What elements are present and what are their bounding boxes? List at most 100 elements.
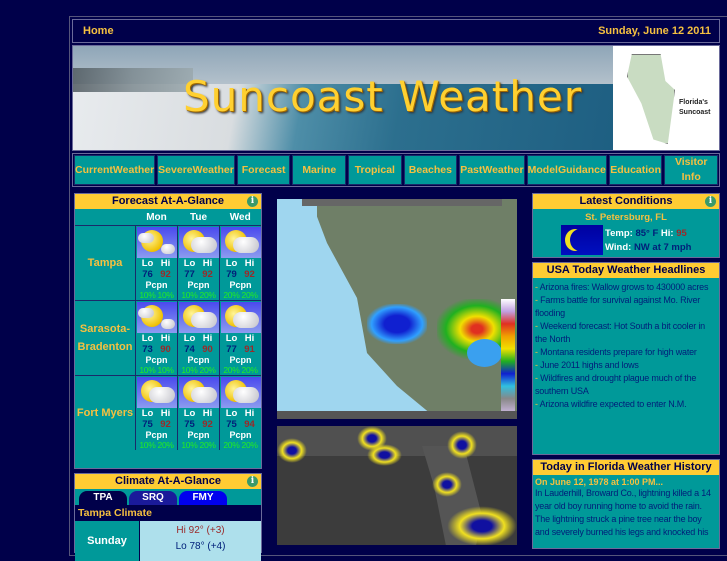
- headline-link[interactable]: Montana residents prepare for high water: [540, 347, 697, 357]
- tab-fmy[interactable]: FMY: [179, 491, 227, 505]
- suncoast-map[interactable]: Florida's Suncoast: [613, 46, 719, 150]
- lo-label: Lo: [141, 258, 154, 269]
- headline-link[interactable]: Weekend forecast: Hot South a bit cooler…: [535, 321, 705, 344]
- forecast-table: Mon Tue Wed Tampa Lo Hi 76 92 Pcpn 10% 10% Lo Hi…: [75, 209, 261, 450]
- nav-item-model-guidance[interactable]: Model Guidance: [526, 155, 607, 185]
- hi-label: Hi: [202, 408, 213, 419]
- lo-label: Lo: [183, 333, 196, 344]
- partly-cloudy-icon[interactable]: [136, 227, 177, 258]
- city-name[interactable]: Tampa: [75, 226, 136, 301]
- history-date: On June 12, 1978 at 1:00 PM...: [535, 477, 664, 487]
- mostly-cloudy-icon[interactable]: [178, 377, 219, 408]
- headline-link[interactable]: Wildfires and drought plague much of the…: [535, 373, 696, 396]
- city-name-line1: Sarasota-: [79, 323, 131, 335]
- tab-srq[interactable]: SRQ: [129, 491, 177, 505]
- nav-item-forecast[interactable]: Forecast: [236, 155, 291, 185]
- mostly-cloudy-icon[interactable]: [136, 377, 177, 408]
- hi-label: Hi: [244, 333, 255, 344]
- nav-item-tropical[interactable]: Tropical: [348, 155, 402, 185]
- lo-hi-labels: Lo Hi: [220, 408, 261, 419]
- lo-label: Lo: [141, 333, 154, 344]
- climate-lo: Lo 78° (+4): [175, 541, 226, 552]
- hi-temp: 92: [202, 419, 213, 430]
- mostly-cloudy-icon[interactable]: [178, 227, 219, 258]
- lo-hi-labels: Lo Hi: [178, 333, 219, 344]
- satellite-map[interactable]: [277, 426, 517, 545]
- map-label-line1: Florida's: [679, 99, 708, 106]
- hi-temp: 92: [202, 269, 213, 280]
- sat-storm: [277, 438, 307, 463]
- city-name[interactable]: Fort Myers: [75, 376, 136, 451]
- nav-label: Weather: [112, 163, 155, 176]
- lake-okeechobee: [467, 339, 502, 367]
- info-icon[interactable]: i: [247, 196, 258, 207]
- site-banner[interactable]: Suncoast Weather Florida's Suncoast: [72, 45, 720, 151]
- forecast-day-cell: Lo Hi 77 91 Pcpn 20% 20%: [219, 300, 261, 376]
- headline-item: - Arizona fires: Wallow grows to 430000 …: [535, 281, 719, 294]
- partly-cloudy-icon[interactable]: [136, 302, 177, 333]
- mostly-cloudy-icon[interactable]: [178, 302, 219, 333]
- bullet-dash: -: [535, 347, 538, 357]
- climate-panel-header: Climate At-A-Glance i: [75, 474, 261, 489]
- city-name-line2: Bradenton: [77, 341, 133, 353]
- nav-label: Past: [460, 163, 483, 176]
- nav-item-current-weather[interactable]: Current Weather: [74, 155, 156, 185]
- nav-item-beaches[interactable]: Beaches: [403, 155, 458, 185]
- wind-value: NW at 7 mph: [633, 242, 692, 253]
- nav-item-severe-weather[interactable]: Severe Weather: [157, 155, 235, 185]
- sat-storm: [367, 444, 402, 466]
- headline-link[interactable]: June 2011 highs and lows: [540, 360, 639, 370]
- nav-item-visitor-info[interactable]: Visitor Info: [664, 155, 718, 185]
- nav-item-education[interactable]: Education: [608, 155, 663, 185]
- hi-label: Hi: [202, 333, 213, 344]
- home-link[interactable]: Home: [83, 25, 114, 37]
- climate-values: Hi 92° (+3) Lo 78° (+4): [140, 521, 261, 561]
- climate-hi: Hi 92° (+3): [176, 525, 225, 536]
- map-label-line2: Suncoast: [679, 109, 711, 116]
- location-name: St. Petersburg, FL: [585, 212, 667, 223]
- radar-map[interactable]: [277, 199, 517, 419]
- nav-item-marine[interactable]: Marine: [292, 155, 347, 185]
- latest-conditions-header: Latest Conditions i: [533, 194, 719, 209]
- pcpn-label: Pcpn: [187, 280, 210, 290]
- pcpn-label: Pcpn: [145, 430, 168, 440]
- lo-hi-values: 75 92: [178, 419, 219, 430]
- temp-value: 85° F: [635, 228, 659, 239]
- headline-link[interactable]: Arizona fires: Wallow grows to 430000 ac…: [540, 282, 709, 292]
- lo-hi-labels: Lo Hi: [220, 258, 261, 269]
- nav-label: Marine: [302, 163, 337, 176]
- headline-link[interactable]: Arizona wildfire expected to enter N.M.: [540, 399, 687, 409]
- tab-tpa[interactable]: TPA: [79, 491, 127, 505]
- nav-item-past-weather[interactable]: Past Weather: [459, 155, 525, 185]
- forecast-day-cell: Lo Hi 75 94 Pcpn 20% 20%: [219, 375, 261, 450]
- forecast-day-cell: Lo Hi 77 92 Pcpn 10% 20%: [177, 225, 220, 301]
- pcpn-label: Pcpn: [187, 430, 210, 440]
- forecast-panel: Forecast At-A-Glance i Mon Tue Wed Tampa…: [74, 193, 262, 469]
- nav-label: Weather: [482, 163, 524, 176]
- headline-item: - Farms battle for survival against Mo. …: [535, 294, 719, 320]
- hi-label: Hi: [160, 258, 171, 269]
- mostly-cloudy-icon[interactable]: [220, 227, 261, 258]
- lo-temp: 79: [226, 269, 237, 280]
- bullet-dash: -: [535, 321, 538, 331]
- city-name[interactable]: Sarasota- Bradenton: [75, 301, 136, 376]
- forecast-day-cell: Lo Hi 76 92 Pcpn 10% 10%: [135, 225, 178, 301]
- forecast-day-cell: Lo Hi 79 92 Pcpn 20% 20%: [219, 225, 261, 301]
- headlines-panel: USA Today Weather Headlines - Arizona fi…: [532, 262, 720, 455]
- headline-link[interactable]: Farms battle for survival against Mo. Ri…: [535, 295, 700, 318]
- info-icon[interactable]: i: [705, 196, 716, 207]
- hi-temp: 91: [244, 344, 255, 355]
- latest-conditions-panel: Latest Conditions i St. Petersburg, FL T…: [532, 193, 720, 258]
- conditions-readout: Temp: 85° F Hi: 95 Wind: NW at 7 mph: [605, 227, 691, 255]
- history-text: In Lauderhill, Broward Co., lightning ki…: [535, 488, 711, 537]
- lo-hi-values: 76 92: [136, 269, 177, 280]
- florida-map-icon: [627, 54, 675, 144]
- hi-temp: 90: [202, 344, 213, 355]
- lo-hi-values: 79 92: [220, 269, 261, 280]
- mostly-cloudy-icon[interactable]: [220, 302, 261, 333]
- info-icon[interactable]: i: [247, 476, 258, 487]
- lo-hi-labels: Lo Hi: [178, 258, 219, 269]
- mostly-cloudy-icon[interactable]: [220, 377, 261, 408]
- nav-label: Model: [527, 163, 558, 176]
- headline-item: - Montana residents prepare for high wat…: [535, 346, 719, 359]
